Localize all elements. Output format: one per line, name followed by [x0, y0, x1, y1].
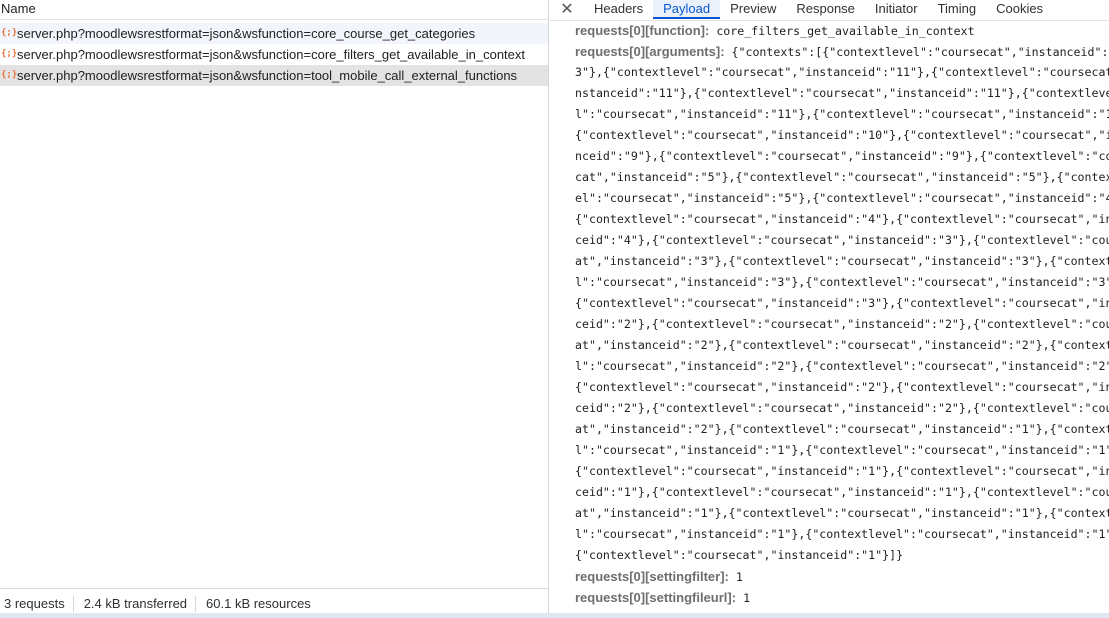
- payload-arguments-line: at","instanceid":"2"},{"contextlevel":"c…: [575, 419, 1109, 440]
- payload-value: core_filters_get_available_in_context: [716, 24, 975, 38]
- payload-arguments-line: {"contextlevel":"coursecat","instanceid"…: [575, 377, 1109, 398]
- payload-arguments-line: {"contextlevel":"coursecat","instanceid"…: [575, 293, 1109, 314]
- payload-value: at","instanceid":"1"},{"contextlevel":"c…: [575, 506, 1109, 520]
- tab-cookies[interactable]: Cookies: [986, 0, 1053, 19]
- request-name: server.php?moodlewsrestformat=json&wsfun…: [17, 47, 526, 62]
- payload-arguments-line: {"contextlevel":"coursecat","instanceid"…: [575, 209, 1109, 230]
- requests-panel: Name {;} server.php?moodlewsrestformat=j…: [0, 0, 549, 618]
- payload-value: l":"coursecat","instanceid":"1"},{"conte…: [575, 527, 1109, 541]
- tab-initiator[interactable]: Initiator: [865, 0, 928, 19]
- tab-timing[interactable]: Timing: [928, 0, 987, 19]
- request-name: server.php?moodlewsrestformat=json&wsfun…: [17, 68, 518, 83]
- request-list: {;} server.php?moodlewsrestformat=json&w…: [0, 23, 548, 86]
- details-panel: ✕ Headers Payload Preview Response Initi…: [550, 0, 1109, 618]
- details-tabbar: ✕ Headers Payload Preview Response Initi…: [550, 0, 1109, 21]
- payload-key: requests[0][settingfilter]:: [575, 569, 729, 584]
- request-row-categories[interactable]: {;} server.php?moodlewsrestformat=json&w…: [0, 23, 548, 44]
- payload-arguments-line: {"contextlevel":"coursecat","instanceid"…: [575, 125, 1109, 146]
- payload-value: {"contextlevel":"coursecat","instanceid"…: [575, 464, 1109, 478]
- payload-arguments-line: el":"coursecat","instanceid":"5"},{"cont…: [575, 188, 1109, 209]
- resources-size: 60.1 kB resources: [206, 595, 311, 611]
- payload-arguments-line: cat","instanceid":"5"},{"contextlevel":"…: [575, 167, 1109, 188]
- payload-value: 1: [735, 570, 743, 584]
- payload-value: ceid":"2"},{"contextlevel":"coursecat","…: [575, 317, 1109, 331]
- payload-arguments-line: 3"},{"contextlevel":"coursecat","instanc…: [575, 62, 1109, 83]
- payload-arguments-line: l":"coursecat","instanceid":"11"},{"cont…: [575, 104, 1109, 125]
- payload-value: {"contextlevel":"coursecat","instanceid"…: [575, 380, 1109, 394]
- payload-value: cat","instanceid":"5"},{"contextlevel":"…: [575, 170, 1109, 184]
- payload-value: ceid":"4"},{"contextlevel":"coursecat","…: [575, 233, 1109, 247]
- payload-arguments-line: l":"coursecat","instanceid":"1"},{"conte…: [575, 440, 1109, 461]
- payload-arguments-line: requests[0][arguments]: {"contexts":[{"c…: [575, 41, 1109, 62]
- payload-value: 3"},{"contextlevel":"coursecat","instanc…: [575, 65, 1109, 79]
- payload-arguments-line: at","instanceid":"1"},{"contextlevel":"c…: [575, 503, 1109, 524]
- payload-value: ceid":"1"},{"contextlevel":"coursecat","…: [575, 485, 1109, 499]
- payload-key: requests[0][settingfileurl]:: [575, 590, 737, 605]
- payload-key: requests[0][arguments]:: [575, 44, 725, 59]
- payload-value: l":"coursecat","instanceid":"1"},{"conte…: [575, 443, 1109, 457]
- payload-value: nceid":"9"},{"contextlevel":"coursecat",…: [575, 149, 1109, 163]
- payload-value: at","instanceid":"2"},{"contextlevel":"c…: [575, 422, 1109, 436]
- payload-value: l":"coursecat","instanceid":"11"},{"cont…: [575, 107, 1109, 121]
- payload-arguments-line: at","instanceid":"2"},{"contextlevel":"c…: [575, 335, 1109, 356]
- payload-arguments-line: l":"coursecat","instanceid":"1"},{"conte…: [575, 524, 1109, 545]
- json-icon: {;}: [1, 70, 18, 80]
- request-row-external-functions[interactable]: {;} server.php?moodlewsrestformat=json&w…: [0, 65, 548, 86]
- transferred-size: 2.4 kB transferred: [74, 595, 197, 612]
- close-icon[interactable]: ✕: [550, 0, 584, 19]
- payload-function-row: requests[0][function]: core_filters_get_…: [575, 20, 1109, 41]
- payload-arguments: requests[0][arguments]: {"contexts":[{"c…: [575, 41, 1109, 566]
- payload-value: {"contextlevel":"coursecat","instanceid"…: [575, 548, 904, 562]
- payload-arguments-line: nstanceid":"11"},{"contextlevel":"course…: [575, 83, 1109, 104]
- payload-value: {"contexts":[{"contextlevel":"coursecat"…: [731, 45, 1109, 59]
- payload-value: at","instanceid":"2"},{"contextlevel":"c…: [575, 338, 1109, 352]
- payload-arguments-line: ceid":"1"},{"contextlevel":"coursecat","…: [575, 482, 1109, 503]
- json-icon: {;}: [1, 28, 18, 38]
- payload-arguments-line: ceid":"2"},{"contextlevel":"coursecat","…: [575, 398, 1109, 419]
- request-name: server.php?moodlewsrestformat=json&wsfun…: [17, 26, 476, 41]
- payload-value: el":"coursecat","instanceid":"5"},{"cont…: [575, 191, 1109, 205]
- payload-value: at","instanceid":"3"},{"contextlevel":"c…: [575, 254, 1109, 268]
- bottom-drawer-edge: [0, 613, 1109, 618]
- payload-arguments-line: l":"coursecat","instanceid":"3"},{"conte…: [575, 272, 1109, 293]
- tab-preview[interactable]: Preview: [720, 0, 786, 19]
- payload-value: l":"coursecat","instanceid":"3"},{"conte…: [575, 275, 1109, 289]
- payload-arguments-line: at","instanceid":"3"},{"contextlevel":"c…: [575, 251, 1109, 272]
- payload-arguments-line: {"contextlevel":"coursecat","instanceid"…: [575, 461, 1109, 482]
- payload-value: {"contextlevel":"coursecat","instanceid"…: [575, 212, 1109, 226]
- tab-response[interactable]: Response: [786, 0, 865, 19]
- json-icon: {;}: [1, 49, 18, 59]
- payload-arguments-line: l":"coursecat","instanceid":"2"},{"conte…: [575, 356, 1109, 377]
- payload-value: {"contextlevel":"coursecat","instanceid"…: [575, 296, 1109, 310]
- payload-arguments-line: nceid":"9"},{"contextlevel":"coursecat",…: [575, 146, 1109, 167]
- payload-settingfilter-row: requests[0][settingfilter]: 1: [575, 566, 1109, 587]
- payload-key: requests[0][function]:: [575, 23, 710, 38]
- payload-value: 1: [743, 591, 751, 605]
- payload-value: l":"coursecat","instanceid":"2"},{"conte…: [575, 359, 1109, 373]
- payload-arguments-line: ceid":"4"},{"contextlevel":"coursecat","…: [575, 230, 1109, 251]
- payload-value: {"contextlevel":"coursecat","instanceid"…: [575, 128, 1109, 142]
- payload-value: ceid":"2"},{"contextlevel":"coursecat","…: [575, 401, 1109, 415]
- payload-value: nstanceid":"11"},{"contextlevel":"course…: [575, 86, 1109, 100]
- tab-headers[interactable]: Headers: [584, 0, 653, 19]
- payload-arguments-line: {"contextlevel":"coursecat","instanceid"…: [575, 545, 1109, 566]
- request-count: 3 requests: [0, 595, 74, 612]
- request-row-filters[interactable]: {;} server.php?moodlewsrestformat=json&w…: [0, 44, 548, 65]
- payload-view: requests[0][function]: core_filters_get_…: [575, 20, 1109, 608]
- payload-settingfileurl-row: requests[0][settingfileurl]: 1: [575, 587, 1109, 608]
- payload-arguments-line: ceid":"2"},{"contextlevel":"coursecat","…: [575, 314, 1109, 335]
- tab-payload[interactable]: Payload: [653, 0, 721, 19]
- name-column-header[interactable]: Name: [0, 0, 549, 20]
